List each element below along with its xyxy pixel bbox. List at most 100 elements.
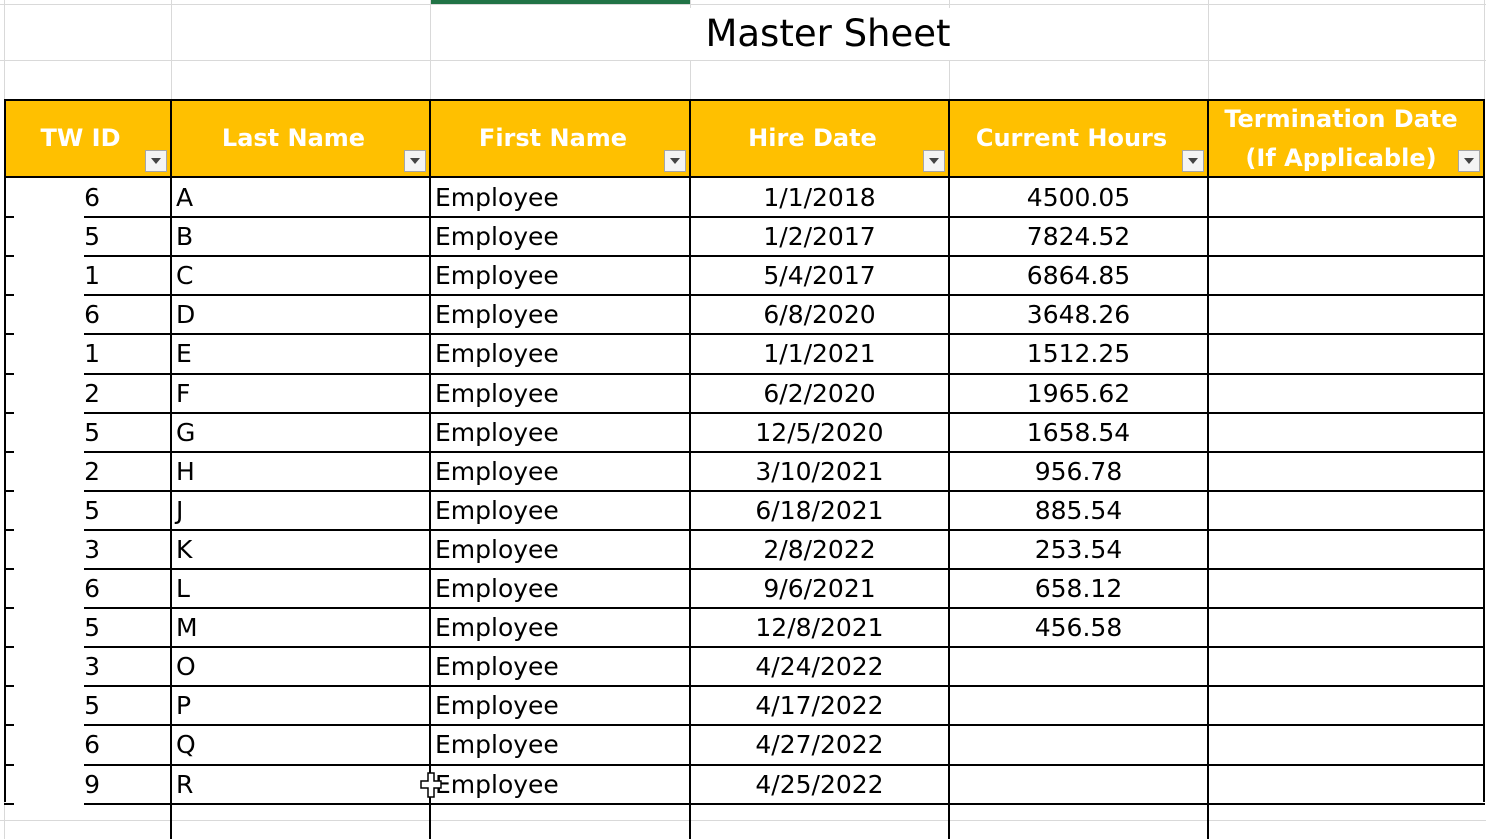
first-name-cell[interactable]: Employee	[430, 765, 690, 804]
current-hours-cell[interactable]: 956.78	[949, 452, 1208, 491]
first-name-cell[interactable]: Employee	[430, 178, 690, 217]
spreadsheet-grid[interactable]: Master Sheet TW ID Last Name First Name …	[0, 0, 1486, 839]
first-name-cell[interactable]: Employee	[430, 686, 690, 725]
first-name-cell[interactable]: Employee	[430, 491, 690, 530]
gridline	[0, 4, 1486, 5]
hire-date-cell[interactable]: 4/24/2022	[690, 647, 949, 686]
current-hours-cell[interactable]	[949, 725, 1208, 764]
current-hours-cell[interactable]: 885.54	[949, 491, 1208, 530]
last-name-cell[interactable]: G	[171, 413, 430, 452]
last-name-cell[interactable]: D	[171, 295, 430, 334]
last-name-cell[interactable]: L	[171, 569, 430, 608]
termination-date-cell[interactable]	[1208, 686, 1484, 725]
current-hours-cell[interactable]	[949, 765, 1208, 804]
first-name-cell[interactable]: Employee	[430, 530, 690, 569]
termination-date-cell[interactable]	[1208, 178, 1484, 217]
hire-date-cell[interactable]: 1/1/2021	[690, 334, 949, 373]
current-hours-cell[interactable]	[949, 686, 1208, 725]
hire-date-cell[interactable]: 6/8/2020	[690, 295, 949, 334]
termination-date-cell[interactable]	[1208, 765, 1484, 804]
filter-dropdown-icon[interactable]	[145, 150, 167, 172]
hire-date-cell[interactable]: 6/2/2020	[690, 374, 949, 413]
current-hours-cell[interactable]: 1658.54	[949, 413, 1208, 452]
termination-date-cell[interactable]	[1208, 374, 1484, 413]
last-name-cell[interactable]: F	[171, 374, 430, 413]
first-name-cell[interactable]: Employee	[430, 256, 690, 295]
termination-date-cell[interactable]	[1208, 452, 1484, 491]
current-hours-cell[interactable]	[949, 647, 1208, 686]
current-hours-cell[interactable]: 456.58	[949, 608, 1208, 647]
last-name-cell[interactable]: E	[171, 334, 430, 373]
table-border	[4, 99, 1485, 101]
termination-date-cell[interactable]	[1208, 647, 1484, 686]
first-name-cell[interactable]: Employee	[430, 334, 690, 373]
filter-dropdown-icon[interactable]	[664, 150, 686, 172]
first-name-cell[interactable]: Employee	[430, 569, 690, 608]
filter-dropdown-icon[interactable]	[1458, 150, 1480, 172]
hire-date-cell[interactable]: 4/25/2022	[690, 765, 949, 804]
termination-date-cell[interactable]	[1208, 491, 1484, 530]
last-name-cell[interactable]: M	[171, 608, 430, 647]
current-hours-cell[interactable]: 3648.26	[949, 295, 1208, 334]
header-last-name[interactable]: Last Name	[171, 100, 430, 177]
header-current-hours[interactable]: Current Hours	[949, 100, 1208, 177]
hire-date-cell[interactable]: 2/8/2022	[690, 530, 949, 569]
first-name-cell[interactable]: Employee	[430, 217, 690, 256]
last-name-cell[interactable]: H	[171, 452, 430, 491]
redaction-block	[14, 196, 84, 806]
termination-date-cell[interactable]	[1208, 413, 1484, 452]
header-first-name[interactable]: First Name	[430, 100, 690, 177]
first-name-cell[interactable]: Employee	[430, 413, 690, 452]
gridline	[690, 60, 691, 100]
last-name-cell[interactable]: P	[171, 686, 430, 725]
last-name-cell[interactable]: Q	[171, 725, 430, 764]
first-name-cell[interactable]: Employee	[430, 374, 690, 413]
last-name-cell[interactable]: B	[171, 217, 430, 256]
current-hours-cell[interactable]: 6864.85	[949, 256, 1208, 295]
current-hours-cell[interactable]: 1965.62	[949, 374, 1208, 413]
filter-dropdown-icon[interactable]	[404, 150, 426, 172]
current-hours-cell[interactable]: 658.12	[949, 569, 1208, 608]
hire-date-cell[interactable]: 6/18/2021	[690, 491, 949, 530]
hire-date-cell[interactable]: 9/6/2021	[690, 569, 949, 608]
termination-date-cell[interactable]	[1208, 530, 1484, 569]
termination-date-cell[interactable]	[1208, 256, 1484, 295]
gridline	[1484, 0, 1485, 100]
last-name-cell[interactable]: O	[171, 647, 430, 686]
last-name-cell[interactable]: A	[171, 178, 430, 217]
header-hire-date[interactable]: Hire Date	[690, 100, 949, 177]
first-name-cell[interactable]: Employee	[430, 452, 690, 491]
current-hours-cell[interactable]: 1512.25	[949, 334, 1208, 373]
first-name-cell[interactable]: Employee	[430, 725, 690, 764]
gridline	[0, 820, 1486, 821]
first-name-cell[interactable]: Employee	[430, 295, 690, 334]
termination-date-cell[interactable]	[1208, 295, 1484, 334]
last-name-cell[interactable]: R	[171, 765, 430, 804]
first-name-cell[interactable]: Employee	[430, 608, 690, 647]
hire-date-cell[interactable]: 12/5/2020	[690, 413, 949, 452]
termination-date-cell[interactable]	[1208, 569, 1484, 608]
termination-date-cell[interactable]	[1208, 608, 1484, 647]
filter-dropdown-icon[interactable]	[923, 150, 945, 172]
last-name-cell[interactable]: J	[171, 491, 430, 530]
hire-date-cell[interactable]: 3/10/2021	[690, 452, 949, 491]
termination-date-cell[interactable]	[1208, 334, 1484, 373]
current-hours-cell[interactable]: 4500.05	[949, 178, 1208, 217]
current-hours-cell[interactable]: 7824.52	[949, 217, 1208, 256]
hire-date-cell[interactable]: 12/8/2021	[690, 608, 949, 647]
hire-date-cell[interactable]: 1/2/2017	[690, 217, 949, 256]
last-name-cell[interactable]: K	[171, 530, 430, 569]
gridline	[949, 60, 950, 100]
filter-dropdown-icon[interactable]	[1182, 150, 1204, 172]
hire-date-cell[interactable]: 4/17/2022	[690, 686, 949, 725]
termination-date-cell[interactable]	[1208, 725, 1484, 764]
last-name-cell[interactable]: C	[171, 256, 430, 295]
termination-date-cell[interactable]	[1208, 217, 1484, 256]
current-hours-cell[interactable]: 253.54	[949, 530, 1208, 569]
first-name-cell[interactable]: Employee	[430, 647, 690, 686]
hire-date-cell[interactable]: 5/4/2017	[690, 256, 949, 295]
sheet-title[interactable]: Master Sheet	[172, 8, 1484, 60]
hire-date-cell[interactable]: 1/1/2018	[690, 178, 949, 217]
hire-date-cell[interactable]: 4/27/2022	[690, 725, 949, 764]
header-termination-date[interactable]: Termination Date (If Applicable)	[1208, 100, 1484, 177]
